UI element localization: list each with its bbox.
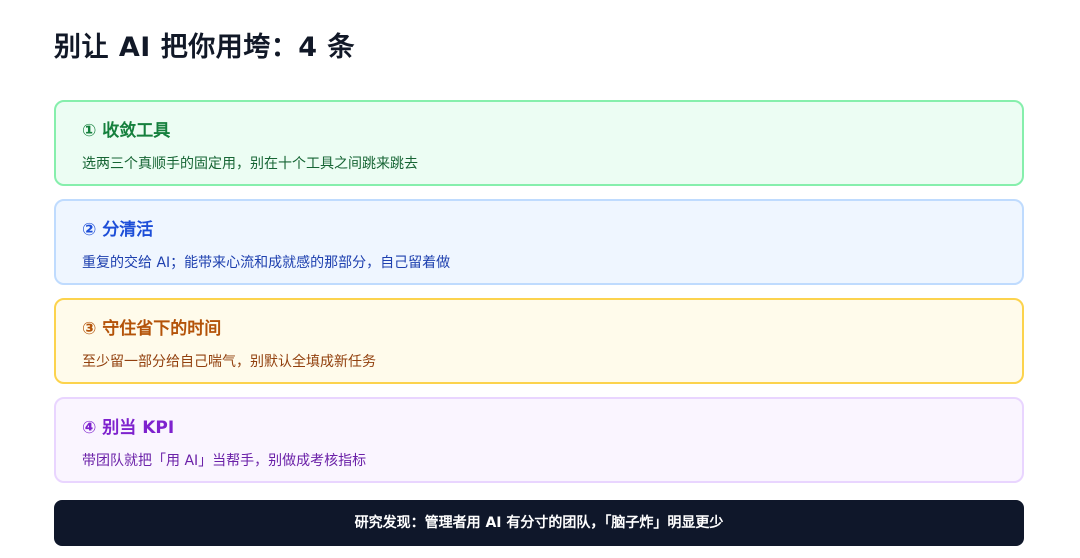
- page-title: 别让 AI 把你用垮：4 条: [54, 32, 355, 63]
- tip-card-description: 选两三个真顺手的固定用，别在十个工具之间跳来跳去: [82, 156, 418, 172]
- tip-card-not-kpi: ④ 别当 KPI 带团队就把「用 AI」当帮手，别做成考核指标: [54, 397, 1024, 483]
- tip-card-title: ② 分清活: [82, 220, 154, 240]
- tip-card-description: 重复的交给 AI；能带来心流和成就感的那部分，自己留着做: [82, 255, 451, 271]
- tip-card-sort-work: ② 分清活 重复的交给 AI；能带来心流和成就感的那部分，自己留着做: [54, 199, 1024, 285]
- research-finding-text: 研究发现：管理者用 AI 有分寸的团队，「脑子炸」明显更少: [354, 515, 724, 531]
- tip-card-title: ④ 别当 KPI: [82, 418, 175, 438]
- tip-card-title: ③ 守住省下的时间: [82, 319, 222, 339]
- tip-card-title: ① 收敛工具: [82, 121, 171, 141]
- tip-card-description: 至少留一部分给自己喘气，别默认全填成新任务: [82, 354, 376, 370]
- tip-card-converge-tools: ① 收敛工具 选两三个真顺手的固定用，别在十个工具之间跳来跳去: [54, 100, 1024, 186]
- tip-card-description: 带团队就把「用 AI」当帮手，别做成考核指标: [82, 453, 367, 469]
- tip-card-keep-saved-time: ③ 守住省下的时间 至少留一部分给自己喘气，别默认全填成新任务: [54, 298, 1024, 384]
- research-finding-banner: 研究发现：管理者用 AI 有分寸的团队，「脑子炸」明显更少: [54, 500, 1024, 546]
